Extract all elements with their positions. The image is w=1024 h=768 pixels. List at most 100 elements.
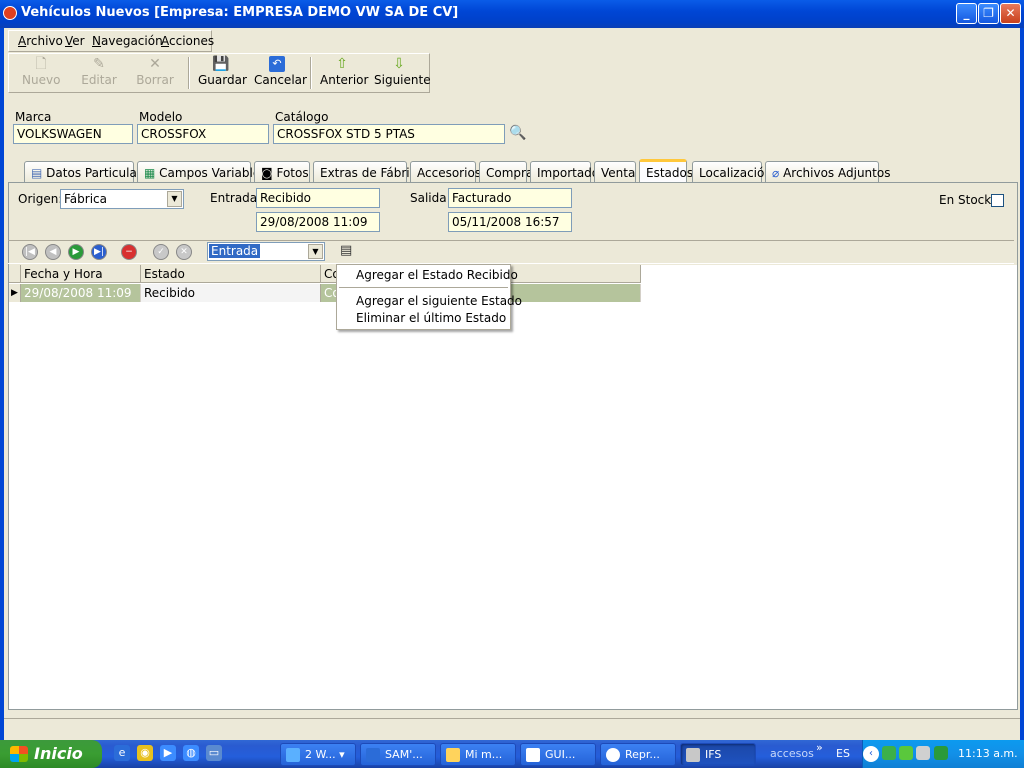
media-player-icon[interactable]: ▶ (160, 745, 176, 761)
save-icon: 💾 (212, 56, 230, 72)
title-bar[interactable]: Vehículos Nuevos [Empresa: EMPRESA DEMO … (0, 0, 1024, 28)
remove-record-icon[interactable]: − (121, 244, 137, 260)
menu-ver[interactable]: Ver (65, 34, 85, 48)
menu-navegacion[interactable]: Navegación (92, 34, 163, 48)
tab-venta[interactable]: Venta (594, 161, 636, 182)
restore-button[interactable]: ❐ (978, 3, 999, 24)
taskbar-task[interactable]: IFS (680, 743, 756, 766)
tab-datos-particulares[interactable]: ▤ Datos Particulares (24, 161, 155, 182)
borrar-button[interactable]: ✕ Borrar (136, 56, 174, 90)
minimize-button[interactable]: _ (956, 3, 977, 24)
menu-item-agregar-recibido[interactable]: Agregar el Estado Recibido (356, 268, 518, 282)
taskbar-task[interactable]: 2 W... ▾ (280, 743, 356, 766)
nuevo-button[interactable]: 🗋 Nuevo (22, 56, 60, 90)
ie-icon[interactable]: e (114, 745, 130, 761)
entrada-fecha-field[interactable]: 29/08/2008 11:09 (256, 212, 380, 232)
salida-fecha-field[interactable]: 05/11/2008 16:57 (448, 212, 572, 232)
start-button[interactable]: Inicio (0, 740, 102, 768)
toolbar-separator (310, 57, 312, 89)
marca-label: Marca (15, 110, 52, 124)
show-desktop-icon[interactable]: ▭ (206, 745, 222, 761)
chevron-down-icon[interactable]: ▼ (167, 191, 182, 207)
entrada-estado-field[interactable]: Recibido (256, 188, 380, 208)
media-icon (606, 748, 620, 762)
document-icon: ▤ (31, 166, 43, 180)
estados-grid[interactable] (9, 265, 1017, 709)
tab-extras-fabrica[interactable]: Extras de Fábrica (313, 161, 424, 182)
window-title: Vehículos Nuevos [Empresa: EMPRESA DEMO … (21, 5, 459, 20)
tab-localizacion[interactable]: Localización (692, 161, 772, 182)
quicklaunch-media-icon[interactable]: ◍ (183, 745, 199, 761)
camera-icon: ◙ (261, 166, 273, 180)
guardar-button[interactable]: 💾 Guardar (198, 56, 247, 90)
app-icon[interactable] (3, 6, 17, 20)
editar-button[interactable]: ✎ Editar (80, 56, 118, 90)
status-bar (4, 718, 1020, 738)
accesos-toolbar[interactable]: accesos (770, 747, 814, 760)
paperclip-icon: ⌀ (772, 166, 780, 180)
chevron-right-icon[interactable]: » (816, 741, 823, 754)
taskbar-task[interactable]: GUI... (520, 743, 596, 766)
tab-archivos-adjuntos[interactable]: ⌀ Archivos Adjuntos (765, 161, 890, 182)
previous-record-icon[interactable]: ◀ (45, 244, 61, 260)
network-icon[interactable] (916, 746, 930, 760)
column-estado[interactable]: Estado (141, 265, 321, 283)
clock[interactable]: 11:13 a.m. (958, 747, 1018, 760)
marca-field[interactable]: VOLKSWAGEN (13, 124, 133, 144)
first-record-icon[interactable]: |◀ (22, 244, 38, 260)
actions-menu-icon[interactable]: ▤ (340, 243, 352, 258)
tab-importado[interactable]: Importado (530, 161, 599, 182)
tab-campos-variables[interactable]: ▦ Campos Variables (137, 161, 266, 182)
salida-estado-field[interactable]: Facturado (448, 188, 572, 208)
column-fecha-hora[interactable]: Fecha y Hora (21, 265, 141, 283)
chevron-down-icon[interactable]: ▼ (308, 244, 323, 259)
menu-acciones[interactable]: Acciones (161, 34, 214, 48)
next-record-icon[interactable]: ▶ (68, 244, 84, 260)
tab-estados[interactable]: Estados (639, 159, 693, 183)
table-cell[interactable]: 29/08/2008 11:09 (21, 284, 141, 302)
windows-logo-icon (10, 746, 28, 762)
close-button[interactable]: ✕ (1000, 3, 1021, 24)
arrow-up-icon: ⇧ (336, 56, 348, 72)
confirm-icon[interactable]: ✓ (153, 244, 169, 260)
taskbar-task[interactable]: SAM'... (360, 743, 436, 766)
origen-select[interactable]: Fábrica ▼ (60, 189, 184, 209)
menu-archivo[interactable]: Archivo (18, 34, 63, 48)
word-icon (526, 748, 540, 762)
ie-icon (366, 748, 380, 762)
catalogo-field[interactable]: CROSSFOX STD 5 PTAS (273, 124, 505, 144)
tab-fotos[interactable]: ◙ Fotos (254, 161, 310, 182)
menu-item-agregar-siguiente[interactable]: Agregar el siguiente Estado (356, 294, 522, 308)
menu-item-eliminar-ultimo[interactable]: Eliminar el último Estado (356, 311, 506, 325)
search-icon[interactable]: 🔍 (509, 125, 526, 141)
user-icon[interactable] (882, 746, 896, 760)
quicklaunch-app-icon[interactable]: ◉ (137, 745, 153, 761)
folder-icon (446, 748, 460, 762)
tray-expand-icon[interactable]: ‹ (863, 746, 879, 762)
tab-accesorios[interactable]: Accesorios (410, 161, 481, 182)
new-document-icon: 🗋 (35, 56, 47, 72)
ifs-icon (686, 748, 700, 762)
toolbar-separator (188, 57, 190, 89)
table-cell[interactable]: Recibido (141, 284, 321, 302)
tab-compra[interactable]: Compra (479, 161, 533, 182)
siguiente-button[interactable]: ⇩ Siguiente (374, 56, 431, 90)
taskbar-task[interactable]: Repr... (600, 743, 676, 766)
anterior-button[interactable]: ⇧ Anterior (320, 56, 368, 90)
shield-icon[interactable] (899, 746, 913, 760)
cancelar-button[interactable]: ↶ Cancelar (254, 56, 307, 90)
last-record-icon[interactable]: ▶| (91, 244, 107, 260)
language-indicator[interactable]: ES (836, 747, 850, 760)
menu-divider (339, 287, 508, 288)
row-header-corner (9, 265, 21, 283)
modelo-field[interactable]: CROSSFOX (137, 124, 269, 144)
estado-filter-select[interactable]: Entrada ▼ (207, 242, 325, 261)
taskbar-task[interactable]: Mi m... (440, 743, 516, 766)
cancel-icon[interactable]: ✕ (176, 244, 192, 260)
en-stock-label: En Stock (939, 193, 992, 207)
en-stock-checkbox[interactable] (991, 194, 1004, 207)
origen-label: Origen: (18, 192, 63, 206)
antivirus-icon[interactable] (934, 746, 948, 760)
edit-icon: ✎ (93, 56, 105, 72)
entrada-label: Entrada: (210, 191, 262, 205)
